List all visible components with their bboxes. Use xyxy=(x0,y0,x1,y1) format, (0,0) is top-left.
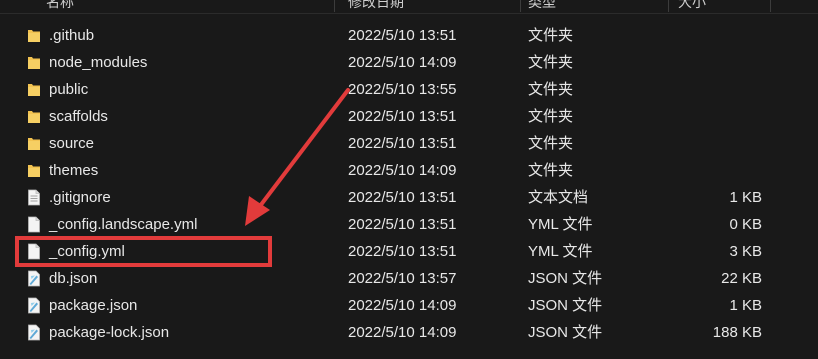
file-name: public xyxy=(49,81,89,98)
file-row[interactable]: public 2022/5/10 13:55 文件夹 xyxy=(0,76,818,103)
file-row[interactable]: source 2022/5/10 13:51 文件夹 xyxy=(0,130,818,157)
file-row[interactable]: _config.landscape.yml 2022/5/10 13:51 YML … xyxy=(0,211,818,238)
file-date: 2022/5/10 14:09 xyxy=(348,162,457,179)
file-type: 文件夹 xyxy=(528,108,574,125)
file-row[interactable]: scaffolds 2022/5/10 13:51 文件夹 xyxy=(0,103,818,130)
file-date: 2022/5/10 13:51 xyxy=(348,243,457,260)
file-type: JSON 文件 xyxy=(528,324,603,341)
file-row[interactable]: package.json 2022/5/10 14:09 JSON 文件 1 KB xyxy=(0,292,818,319)
folder-icon xyxy=(27,162,41,179)
column-header-size[interactable]: 大小 xyxy=(678,0,706,12)
file-date: 2022/5/10 14:09 xyxy=(348,297,457,314)
file-name: node_modules xyxy=(49,54,148,71)
file-type: 文件夹 xyxy=(528,135,574,152)
file-type: 文件夹 xyxy=(528,162,574,179)
json-file-icon xyxy=(27,270,41,287)
file-size: 22 KB xyxy=(721,270,762,287)
json-file-icon xyxy=(27,324,41,341)
file-size: 188 KB xyxy=(712,324,762,341)
file-name: db.json xyxy=(49,270,98,287)
file-date: 2022/5/10 14:09 xyxy=(348,54,457,71)
folder-icon xyxy=(27,54,41,71)
file-row[interactable]: .gitignore 2022/5/10 13:51 文本文档 1 KB xyxy=(0,184,818,211)
folder-icon xyxy=(27,27,41,44)
highlight-box xyxy=(15,236,272,267)
file-type: 文件夹 xyxy=(528,81,574,98)
file-size: 1 KB xyxy=(729,297,762,314)
file-name: themes xyxy=(49,162,99,179)
file-date: 2022/5/10 13:51 xyxy=(348,108,457,125)
file-date: 2022/5/10 13:55 xyxy=(348,81,457,98)
file-type: JSON 文件 xyxy=(528,297,603,314)
file-icon xyxy=(27,216,41,233)
text-file-icon xyxy=(27,189,41,206)
file-name: _config.landscape.yml xyxy=(49,216,198,233)
column-divider[interactable] xyxy=(770,0,771,12)
column-header-date[interactable]: 修改日期 xyxy=(348,0,404,12)
file-name: scaffolds xyxy=(49,108,108,125)
file-name: .gitignore xyxy=(49,189,111,206)
column-divider[interactable] xyxy=(668,0,669,12)
file-name: package.json xyxy=(49,297,138,314)
file-date: 2022/5/10 13:51 xyxy=(348,27,457,44)
file-row[interactable]: package-lock.json 2022/5/10 14:09 JSON 文件 1… xyxy=(0,319,818,346)
file-type: YML 文件 xyxy=(528,216,593,233)
column-divider[interactable] xyxy=(334,0,335,12)
file-row[interactable]: .github 2022/5/10 13:51 文件夹 xyxy=(0,22,818,49)
file-size: 1 KB xyxy=(729,189,762,206)
column-divider[interactable] xyxy=(520,0,521,12)
file-name: package-lock.json xyxy=(49,324,170,341)
file-date: 2022/5/10 13:51 xyxy=(348,216,457,233)
folder-icon xyxy=(27,81,41,98)
file-list: .github 2022/5/10 13:51 文件夹 node_modules 202… xyxy=(0,22,818,346)
file-name: .github xyxy=(49,27,95,44)
file-type: JSON 文件 xyxy=(528,270,603,287)
json-file-icon xyxy=(27,297,41,314)
file-type: 文件夹 xyxy=(528,54,574,71)
file-date: 2022/5/10 13:51 xyxy=(348,189,457,206)
file-date: 2022/5/10 14:09 xyxy=(348,324,457,341)
column-header-type[interactable]: 类型 xyxy=(528,0,556,12)
file-type: 文件夹 xyxy=(528,27,574,44)
column-header-name[interactable]: 名称 xyxy=(46,0,74,12)
file-date: 2022/5/10 13:51 xyxy=(348,135,457,152)
file-size: 0 KB xyxy=(729,216,762,233)
folder-icon xyxy=(27,135,41,152)
file-date: 2022/5/10 13:57 xyxy=(348,270,457,287)
file-row[interactable]: node_modules 2022/5/10 14:09 文件夹 xyxy=(0,49,818,76)
file-row[interactable]: db.json 2022/5/10 13:57 JSON 文件 22 KB xyxy=(0,265,818,292)
file-type: YML 文件 xyxy=(528,243,593,260)
file-row[interactable]: themes 2022/5/10 14:09 文件夹 xyxy=(0,157,818,184)
file-name: source xyxy=(49,135,95,152)
file-type: 文本文档 xyxy=(528,189,589,206)
column-header: 名称 修改日期 类型 大小 xyxy=(0,0,818,14)
folder-icon xyxy=(27,108,41,125)
file-size: 3 KB xyxy=(729,243,762,260)
